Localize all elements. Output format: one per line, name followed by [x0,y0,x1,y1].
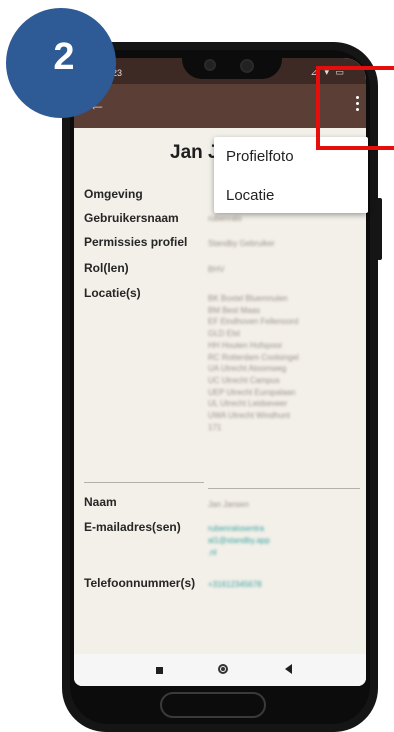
home-button[interactable] [160,692,266,718]
value-email-2[interactable]: al1@standby.app [208,535,270,546]
value-locatie: UEP Utrecht Europalaan [208,387,296,397]
recents-icon[interactable] [156,667,163,674]
value-locatie: RC Rotterdam Coolsingel [208,352,299,362]
nav-bar [74,654,366,686]
camera-notch [182,51,282,79]
label-rol: Rol(len) [84,261,129,275]
label-naam: Naam [84,495,117,509]
menu-item-profielfoto[interactable]: Profielfoto [226,148,294,165]
value-locatie: HH Houten Hofspoor [208,340,283,350]
value-naam: Jan Jansen [208,500,249,509]
menu-item-locatie[interactable]: Locatie [226,187,274,204]
step-number: 2 [53,36,75,78]
label-email: E-mailadres(sen) [84,520,181,534]
label-permissies: Permissies profiel [84,235,188,249]
value-locatie: UWA Utrecht Windhunt [208,411,290,420]
value-locatie: BM Best Maas [208,305,261,315]
camera-lens-icon [240,59,254,73]
label-locaties: Locatie(s) [84,286,141,300]
label-omgeving: Omgeving [84,187,143,201]
value-locatie: UC Utrecht Campus [208,375,280,385]
divider-left [84,482,204,483]
value-gebruikersnaam: rubenralo [208,214,242,223]
value-telefoon[interactable]: +31612345678 [208,579,262,590]
nav-back-icon[interactable] [285,664,292,674]
home-icon[interactable] [218,664,228,674]
value-rol: BHV [208,265,225,274]
label-gebruikersnaam: Gebruikersnaam [84,211,179,225]
value-locatie: UL Utrecht Leidseveer [208,399,288,409]
divider-right [208,488,360,489]
value-locatie: GLD Elst [208,329,241,339]
label-telefoon: Telefoonnummer(s) [84,576,196,590]
highlight-box [316,66,394,150]
step-badge: 2 [6,8,116,118]
value-locatie: BK Boxtel Bluemnulen [208,294,288,303]
value-locatie: 171 [208,422,222,432]
value-email-1[interactable]: rubenralosentra [208,523,264,534]
phone-side-button [377,198,382,260]
value-email-3[interactable]: .nl [208,547,216,558]
profile-name: Jan J [170,142,219,163]
value-permissies: Standby Gebruiker [208,239,275,248]
value-locatie: EF Eindhoven Fellenoord [208,317,299,327]
value-locatie: UA Utrecht Atoomweg [208,364,287,374]
camera-sensor-icon [204,59,216,71]
